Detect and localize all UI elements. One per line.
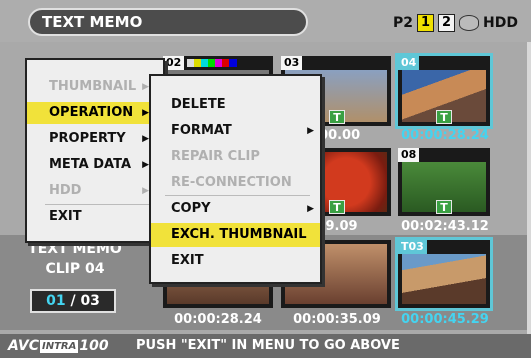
clip-info-panel: TEXT MEMO CLIP 04 01 / 03 <box>0 235 150 330</box>
thumbnail-08[interactable]: 08 T <box>398 148 490 216</box>
timecode-bottom-1: 00:00:28.24 <box>174 312 262 327</box>
slot-2-indicator: 2 <box>438 14 456 32</box>
timecode-08: 00:02:43.12 <box>401 219 489 234</box>
chevron-right-icon: ▶ <box>142 160 149 170</box>
text-memo-badge: T <box>329 110 345 124</box>
status-footer: AVC INTRA 100 PUSH "EXIT" IN MENU TO GO … <box>0 334 531 358</box>
menu-item-label: EXIT <box>49 209 82 224</box>
codec-intra-badge: INTRA <box>40 339 79 353</box>
chevron-right-icon: ▶ <box>142 82 149 92</box>
chevron-right-icon: ▶ <box>142 108 149 118</box>
chevron-right-icon: ▶ <box>307 204 314 214</box>
scroll-edge <box>527 42 531 334</box>
text-memo-badge: T <box>329 200 345 214</box>
submenu-item-repair-clip[interactable]: REPAIR CLIP <box>151 145 320 169</box>
status-message: PUSH "EXIT" IN MENU TO GO ABOVE <box>136 338 400 353</box>
submenu-item-delete[interactable]: DELETE <box>151 93 320 117</box>
timecode-04: 00:00:28.24 <box>401 128 489 143</box>
menu-item-label: EXIT <box>171 253 204 268</box>
header-bar: TEXT MEMO P2 1 2 HDD <box>0 0 531 42</box>
menu-item-label: DELETE <box>171 97 226 112</box>
chevron-right-icon: ▶ <box>142 134 149 144</box>
menu-divider <box>165 195 310 196</box>
menu-item-label: COPY <box>171 201 211 216</box>
page-current: 01 <box>46 293 66 309</box>
color-bars-icon <box>187 59 237 67</box>
thumbnail-t03[interactable]: T03 <box>395 237 493 311</box>
hdd-label: HDD <box>483 15 518 31</box>
menu-item-label: OPERATION <box>49 105 134 120</box>
thumbnail-image <box>402 254 486 304</box>
hdd-icon <box>459 15 480 31</box>
page-title: TEXT MEMO <box>28 8 308 36</box>
clip-number: 02 <box>163 56 185 70</box>
submenu-item-copy[interactable]: COPY ▶ <box>151 197 320 221</box>
page-total: 03 <box>80 293 100 309</box>
menu-item-label: EXCH. THUMBNAIL <box>171 227 307 242</box>
info-title: TEXT MEMO <box>28 241 122 257</box>
media-status: P2 1 2 HDD <box>393 12 518 34</box>
page-separator: / <box>70 293 76 309</box>
submenu-item-exit[interactable]: EXIT <box>151 249 320 273</box>
timecode-bottom-2: 00:00:35.09 <box>293 312 381 327</box>
submenu-item-re-connection[interactable]: RE-CONNECTION <box>151 171 320 195</box>
menu-item-label: RE-CONNECTION <box>171 175 292 190</box>
menu-item-exit[interactable]: EXIT <box>27 206 167 228</box>
text-memo-badge: T <box>436 110 452 124</box>
timecode-t03: 00:00:45.29 <box>401 312 489 327</box>
codec-logo: AVC INTRA 100 <box>8 336 109 356</box>
clip-number: 03 <box>281 56 303 70</box>
info-clip-name: CLIP 04 <box>45 261 105 277</box>
clip-number: 08 <box>398 148 420 162</box>
menu-item-label: REPAIR CLIP <box>171 149 260 164</box>
codec-suffix: 100 <box>79 338 109 354</box>
p2-label: P2 <box>393 15 414 31</box>
main-menu: THUMBNAIL ▶ OPERATION ▶ PROPERTY ▶ META … <box>25 58 167 243</box>
page-counter: 01 / 03 <box>30 289 116 313</box>
menu-item-hdd[interactable]: HDD ▶ <box>27 180 167 202</box>
submenu-item-exch-thumbnail[interactable]: EXCH. THUMBNAIL <box>151 223 320 247</box>
submenu-item-format[interactable]: FORMAT ▶ <box>151 119 320 143</box>
clip-number: 04 <box>398 56 420 70</box>
menu-item-meta-data[interactable]: META DATA ▶ <box>27 154 167 176</box>
menu-item-label: PROPERTY <box>49 131 126 146</box>
operation-submenu: DELETE FORMAT ▶ REPAIR CLIP RE-CONNECTIO… <box>149 74 322 284</box>
chevron-right-icon: ▶ <box>142 186 149 196</box>
clip-number: T03 <box>398 240 427 254</box>
menu-item-label: META DATA <box>49 157 132 172</box>
menu-item-thumbnail[interactable]: THUMBNAIL ▶ <box>27 76 167 98</box>
menu-item-label: THUMBNAIL <box>49 79 137 94</box>
slot-1-indicator: 1 <box>417 14 435 32</box>
chevron-right-icon: ▶ <box>307 126 314 136</box>
screen: TEXT MEMO P2 1 2 HDD 02 03 T :00.00 04 T… <box>0 0 531 358</box>
thumbnail-04[interactable]: 04 T <box>395 53 493 129</box>
text-memo-badge: T <box>436 200 452 214</box>
menu-item-label: FORMAT <box>171 123 232 138</box>
menu-divider <box>45 204 149 205</box>
codec-prefix: AVC <box>8 338 39 354</box>
menu-item-label: HDD <box>49 183 82 198</box>
menu-item-operation[interactable]: OPERATION ▶ <box>27 102 167 124</box>
menu-item-property[interactable]: PROPERTY ▶ <box>27 128 167 150</box>
